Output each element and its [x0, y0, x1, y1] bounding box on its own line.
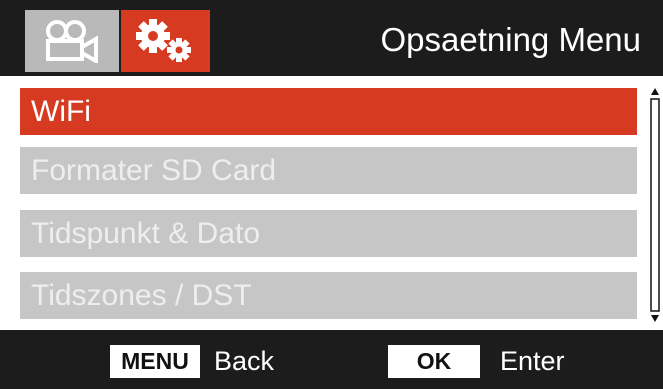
scroll-up-arrow-icon: [651, 88, 659, 95]
menu-item-timezone[interactable]: Tidszones / DST: [20, 272, 637, 319]
page-title: Opsaetning Menu: [380, 21, 641, 58]
back-label: Back: [214, 346, 275, 376]
settings-menu: WiFi Formater SD Card Tidspunkt & Dato T…: [0, 76, 663, 330]
scroll-down-arrow-icon: [651, 315, 659, 322]
tab-video[interactable]: [25, 10, 119, 72]
video-camera-icon: [46, 20, 98, 63]
top-bar: Opsaetning Menu: [0, 0, 663, 76]
enter-label: Enter: [500, 346, 565, 376]
tab-settings[interactable]: [121, 10, 210, 72]
menu-item-time-date[interactable]: Tidspunkt & Dato: [20, 210, 637, 257]
menu-item-format-sd[interactable]: Formater SD Card: [20, 147, 637, 194]
menu-key-badge: MENU: [110, 345, 200, 378]
bottom-bar: MENU Back OK Enter: [0, 330, 663, 389]
menu-item-wifi[interactable]: WiFi: [20, 88, 637, 135]
scrollbar[interactable]: [648, 88, 662, 322]
ok-key-badge: OK: [388, 345, 480, 378]
gears-icon: [135, 19, 191, 62]
